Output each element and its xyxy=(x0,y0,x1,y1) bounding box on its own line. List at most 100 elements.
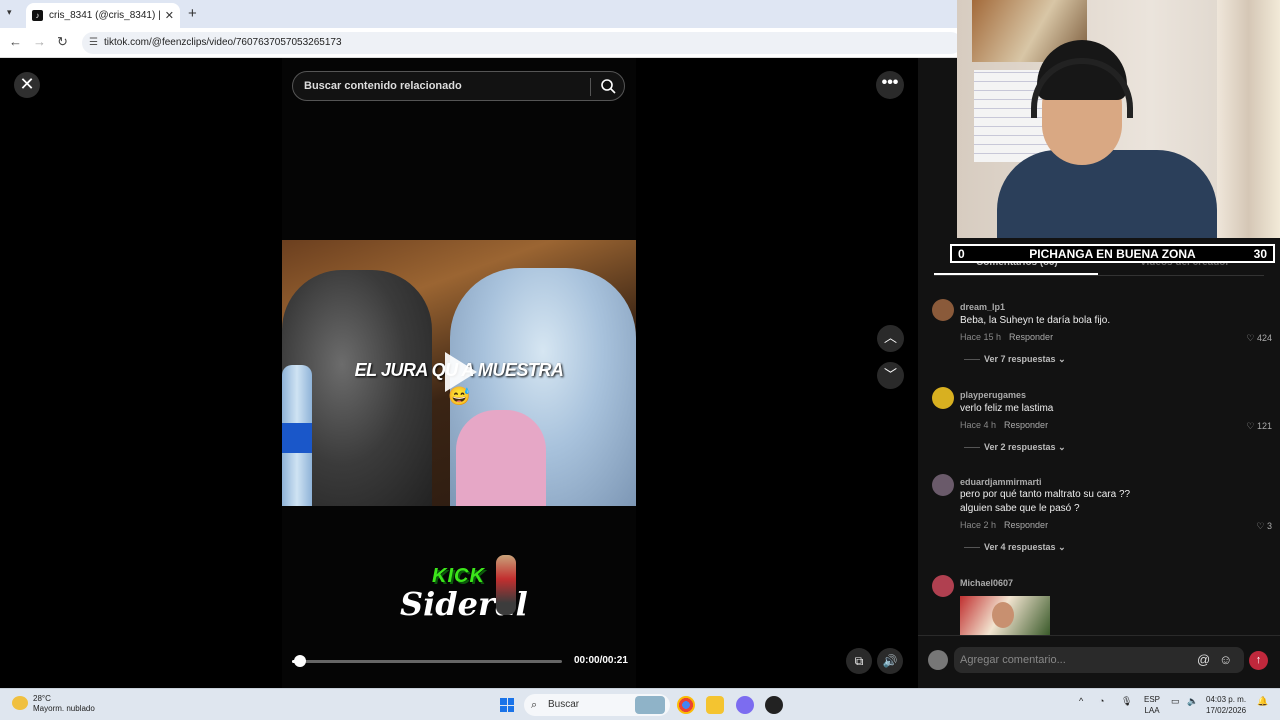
video-progress-bar[interactable] xyxy=(292,655,562,667)
clock-time: 04:03 p. m. xyxy=(1206,695,1247,704)
window-curtain xyxy=(1217,0,1280,238)
file-explorer-icon[interactable] xyxy=(706,696,724,714)
comment-image[interactable] xyxy=(960,596,1050,635)
related-search-input[interactable]: Buscar contenido relacionado xyxy=(292,71,625,101)
comment-text: Beba, la Suheyn te daría bola fijo. xyxy=(960,315,1111,326)
like-count: 3 xyxy=(1266,521,1272,531)
taskbar: 28°C Mayorm. nublado ⌕ Buscar ^ ◔ 🎙 ESP LA… xyxy=(0,688,1280,720)
previous-video-button[interactable]: ︿ xyxy=(877,325,904,352)
comment-likes[interactable]: ♡ 121 xyxy=(1246,421,1272,432)
search-icon: ⌕ xyxy=(531,699,538,711)
active-tab-underline xyxy=(934,273,1098,275)
score-title: PICHANGA EN BUENA ZONA xyxy=(1029,247,1196,261)
comment-time: Hace 4 h xyxy=(960,420,997,430)
more-options-button[interactable]: ••• xyxy=(876,71,904,99)
mic-tray-icon[interactable]: 🎙 xyxy=(1121,696,1132,707)
view-replies-button[interactable]: Ver 4 respuestas ⌄ xyxy=(964,542,1066,553)
view-replies-label: Ver 7 respuestas xyxy=(984,354,1056,364)
comment-user[interactable]: playperugames xyxy=(960,390,1026,400)
comment-item: eduardjammirmarti pero por qué tanto mal… xyxy=(932,474,1272,558)
notification-icon[interactable]: 🔔 xyxy=(1257,696,1268,707)
view-replies-label: Ver 2 respuestas xyxy=(984,442,1056,452)
score-right: 30 xyxy=(1253,247,1267,261)
new-tab-button[interactable]: + xyxy=(188,5,197,22)
comment-meta: Hace 4 h Responder xyxy=(960,420,1048,430)
reply-button[interactable]: Responder xyxy=(1004,520,1048,530)
comment-input[interactable]: Agregar comentario... @ ☺ xyxy=(954,647,1244,673)
webcam-overlay xyxy=(957,0,1280,238)
clock[interactable]: 04:03 p. m. 17/02/2026 xyxy=(1206,694,1246,716)
clock-date: 17/02/2026 xyxy=(1206,706,1247,715)
progress-handle[interactable] xyxy=(294,655,307,667)
url-text: tiktok.com/@feenzclips/video/76076370570… xyxy=(104,37,342,48)
reply-button[interactable]: Responder xyxy=(1009,332,1053,342)
view-replies-label: Ver 4 respuestas xyxy=(984,542,1056,552)
comment-time: Hace 15 h xyxy=(960,332,1002,342)
avatar[interactable] xyxy=(932,299,954,321)
comment-text: verlo feliz me lastima xyxy=(960,403,1054,414)
view-replies-button[interactable]: Ver 2 respuestas ⌄ xyxy=(964,442,1066,453)
pip-icon[interactable]: ⧉ xyxy=(846,648,872,674)
comment-text: pero por qué tanto maltrato su cara ?? a… xyxy=(960,489,1131,514)
video-frame[interactable]: EL JURA QU A MUESTRA 😅 xyxy=(282,240,636,506)
weather-temp: 28°C xyxy=(33,694,51,703)
avatar[interactable] xyxy=(932,387,954,409)
display-tray-icon[interactable]: ▭ xyxy=(1171,696,1180,707)
obs-icon[interactable] xyxy=(765,696,783,714)
comment-user[interactable]: Michael0607 xyxy=(960,578,1013,588)
back-icon[interactable]: ← xyxy=(9,34,22,49)
volume-icon[interactable]: 🔊 xyxy=(877,648,903,674)
view-replies-button[interactable]: Ver 7 respuestas ⌄ xyxy=(964,354,1066,365)
reload-icon[interactable]: ↻ xyxy=(57,34,68,50)
url-field[interactable]: ☰ tiktok.com/@feenzclips/video/760763705… xyxy=(82,32,962,54)
score-overlay: PICHANGA EN BUENA ZONA 0 30 xyxy=(950,244,1275,263)
next-video-button[interactable]: ﹀ xyxy=(877,362,904,389)
comment-likes[interactable]: ♡ 3 xyxy=(1256,521,1272,532)
close-video-button[interactable]: ✕ xyxy=(14,72,40,98)
tab-search-icon[interactable]: ▾ xyxy=(7,7,12,18)
tiktok-favicon-icon: ♪ xyxy=(32,10,43,21)
my-avatar xyxy=(928,650,948,670)
send-comment-button[interactable]: ↑ xyxy=(1249,651,1268,670)
comment-meta: Hace 15 h Responder xyxy=(960,332,1053,342)
start-button[interactable] xyxy=(500,698,514,712)
comment-placeholder: Agregar comentario... xyxy=(960,654,1066,666)
score-left: 0 xyxy=(958,247,965,261)
tab-title: cris_8341 (@cris_8341) | TikTok xyxy=(49,10,161,21)
forward-icon[interactable]: → xyxy=(33,34,46,49)
cloud-sun-icon xyxy=(12,696,28,710)
comment-item: dream_lp1 Beba, la Suheyn te daría bola … xyxy=(932,299,1272,369)
browser-tab[interactable]: ♪ cris_8341 (@cris_8341) | TikTok ✕ xyxy=(26,3,180,28)
kick-sideral-logo: KICK Sideral xyxy=(396,555,528,635)
network-tray-icon[interactable]: ◔ xyxy=(1099,696,1104,706)
discord-icon[interactable] xyxy=(736,696,754,714)
chrome-icon[interactable] xyxy=(677,696,695,714)
lang-bottom: LAA xyxy=(1144,706,1160,715)
comment-user[interactable]: dream_lp1 xyxy=(960,302,1005,312)
video-time: 00:00/00:21 xyxy=(574,655,628,666)
comment-user[interactable]: eduardjammirmarti xyxy=(960,477,1042,487)
taskbar-search-label: Buscar xyxy=(548,699,580,710)
search-placeholder: Buscar contenido relacionado xyxy=(304,80,462,92)
search-icon[interactable] xyxy=(599,77,617,95)
tab-close-icon[interactable]: ✕ xyxy=(165,9,174,22)
mention-icon[interactable]: @ xyxy=(1197,647,1210,673)
screen: ▾ ♪ cris_8341 (@cris_8341) | TikTok ✕ + … xyxy=(0,0,1280,720)
comment-item: playperugames verlo feliz me lastima Hac… xyxy=(932,387,1272,457)
streamer xyxy=(997,40,1217,238)
input-language[interactable]: ESP LAA xyxy=(1144,694,1160,716)
comment-likes[interactable]: ♡ 424 xyxy=(1246,333,1272,344)
avatar[interactable] xyxy=(932,474,954,496)
reply-button[interactable]: Responder xyxy=(1004,420,1048,430)
search-divider xyxy=(590,78,591,96)
bottle xyxy=(282,365,312,506)
tray-overflow-icon[interactable]: ^ xyxy=(1079,696,1083,706)
site-info-icon[interactable]: ☰ xyxy=(89,32,98,54)
emoji-icon[interactable]: ☺ xyxy=(1219,647,1232,673)
widget-thumb-icon[interactable] xyxy=(635,696,665,714)
speaker-tray-icon[interactable]: 🔈 xyxy=(1187,696,1198,707)
like-count: 424 xyxy=(1256,333,1272,343)
logo-figure xyxy=(496,555,516,615)
lang-top: ESP xyxy=(1144,695,1161,704)
avatar[interactable] xyxy=(932,575,954,597)
